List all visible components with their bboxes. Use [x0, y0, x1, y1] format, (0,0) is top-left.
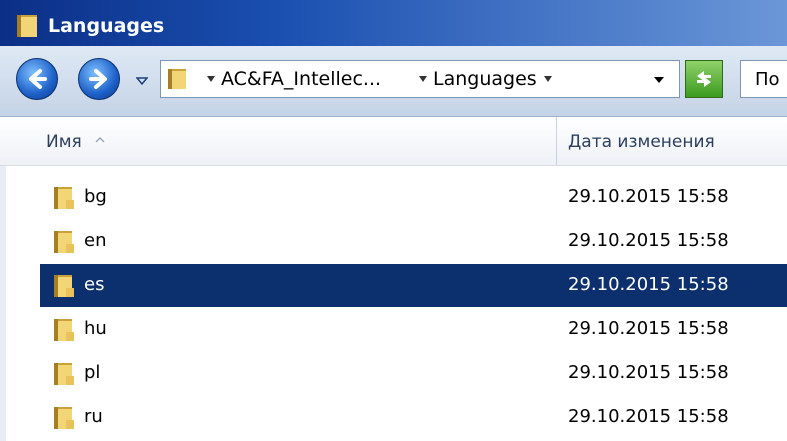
file-date: 29.10.2015 15:58: [568, 318, 729, 339]
column-name[interactable]: Имя: [46, 132, 82, 152]
address-history-dropdown[interactable]: [653, 76, 665, 84]
breadcrumb-item[interactable]: Languages: [433, 68, 537, 90]
chevron-down-icon[interactable]: [206, 75, 216, 83]
back-arrow-icon: [29, 69, 47, 89]
file-name: hu: [84, 318, 107, 339]
search-input[interactable]: По: [740, 60, 787, 98]
explorer-window: Languages AC&FA_Intellec... Languages По…: [0, 0, 787, 441]
window-title: Languages: [48, 15, 165, 37]
file-name: en: [84, 230, 107, 251]
recent-pages-dropdown[interactable]: [136, 76, 148, 86]
refresh-icon: [697, 71, 711, 87]
table-row[interactable]: ru 29.10.2015 15:58: [40, 396, 787, 439]
file-date: 29.10.2015 15:58: [568, 274, 729, 295]
back-button[interactable]: [16, 58, 58, 100]
file-list: bg 29.10.2015 15:58 en 29.10.2015 15:58 …: [0, 166, 787, 441]
breadcrumb-item[interactable]: AC&FA_Intellec...: [221, 68, 381, 90]
sort-ascending-icon: [95, 137, 105, 143]
chevron-down-icon[interactable]: [418, 75, 428, 83]
title-bar[interactable]: Languages: [0, 0, 787, 46]
chevron-down-icon[interactable]: [543, 75, 553, 83]
folder-icon: [54, 363, 74, 385]
column-header: Имя Дата изменения: [0, 117, 787, 166]
refresh-button[interactable]: [685, 60, 723, 98]
column-divider[interactable]: [556, 117, 557, 165]
table-row[interactable]: hu 29.10.2015 15:58: [40, 308, 787, 351]
table-row-selected[interactable]: es 29.10.2015 15:58: [40, 264, 787, 307]
folder-icon: [168, 69, 186, 89]
table-row[interactable]: en 29.10.2015 15:58: [40, 220, 787, 263]
forward-button[interactable]: [78, 58, 120, 100]
file-name: bg: [84, 186, 107, 207]
folder-icon: [54, 319, 74, 341]
file-date: 29.10.2015 15:58: [568, 362, 729, 383]
forward-arrow-icon: [89, 69, 107, 89]
address-path[interactable]: AC&FA_Intellec... Languages: [160, 60, 680, 98]
folder-icon: [54, 187, 74, 209]
folder-icon: [17, 15, 37, 37]
folder-icon: [54, 407, 74, 429]
file-date: 29.10.2015 15:58: [568, 406, 729, 427]
search-placeholder: По: [755, 69, 780, 90]
file-name: pl: [84, 362, 101, 383]
file-date: 29.10.2015 15:58: [568, 230, 729, 251]
file-name: es: [84, 274, 105, 295]
file-date: 29.10.2015 15:58: [568, 186, 729, 207]
folder-icon: [54, 231, 74, 253]
table-row[interactable]: pl 29.10.2015 15:58: [40, 352, 787, 395]
table-row[interactable]: bg 29.10.2015 15:58: [40, 176, 787, 219]
folder-icon: [54, 275, 74, 297]
file-name: ru: [84, 406, 103, 427]
address-bar: AC&FA_Intellec... Languages По: [0, 46, 787, 117]
column-date-modified[interactable]: Дата изменения: [568, 132, 715, 152]
